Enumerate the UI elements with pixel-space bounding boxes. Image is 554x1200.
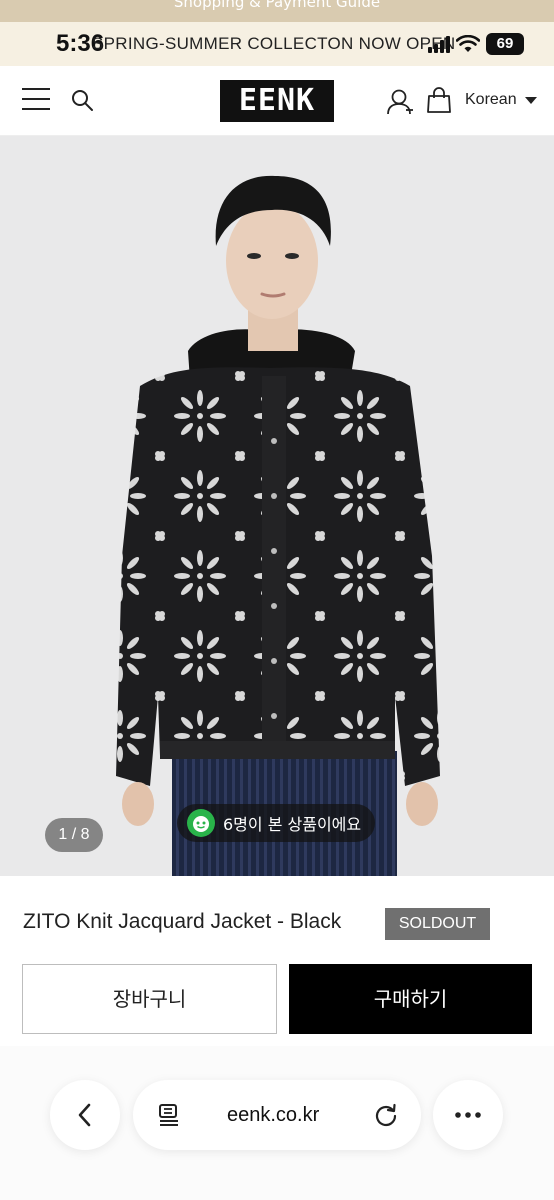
language-label: Korean (465, 91, 517, 108)
promo-banner-text[interactable]: SPRING-SUMMER COLLECTON NOW OPEN (92, 34, 456, 54)
action-bar: 장바구니 구매하기 (0, 946, 554, 1046)
back-button[interactable] (50, 1080, 120, 1150)
site-header: EENK Korean (0, 66, 554, 136)
viewers-badge: 6명이 본 상품이에요 (177, 804, 376, 842)
add-to-cart-button[interactable]: 장바구니 (22, 964, 277, 1034)
reload-icon[interactable] (373, 1102, 399, 1128)
image-counter: 1 / 8 (45, 818, 103, 852)
chevron-down-icon (524, 96, 537, 104)
signal-icon (428, 35, 450, 53)
shopping-guide-label[interactable]: Shopping & Payment Guide (174, 0, 380, 11)
viewers-text: 6명이 본 상품이에요 (223, 815, 362, 834)
product-info: ZITO Knit Jacquard Jacket - Black SOLDOU… (0, 876, 554, 946)
url-text[interactable]: eenk.co.kr (227, 1104, 319, 1127)
chevron-left-icon (78, 1103, 91, 1127)
search-icon[interactable] (70, 88, 94, 112)
model-photo (116, 175, 440, 876)
battery-icon: 69 (486, 33, 524, 55)
status-badge: SOLDOUT (385, 908, 490, 940)
user-icon[interactable] (386, 88, 414, 116)
reader-mode-icon[interactable] (157, 1103, 181, 1127)
browser-toolbar: eenk.co.kr (0, 1046, 554, 1200)
ellipsis-icon (455, 1112, 481, 1118)
product-title: ZITO Knit Jacquard Jacket - Black (23, 910, 342, 933)
eenk-logo[interactable]: EENK (220, 80, 334, 122)
menu-icon[interactable] (22, 88, 50, 112)
status-icons: 69 (428, 33, 524, 55)
product-image[interactable] (0, 136, 554, 876)
shopping-bag-icon[interactable] (426, 86, 452, 114)
language-select[interactable]: Korean (465, 91, 537, 109)
wifi-icon (456, 35, 480, 52)
buy-now-button[interactable]: 구매하기 (289, 964, 532, 1034)
shopping-guide-strip[interactable]: Shopping & Payment Guide (0, 0, 554, 22)
viewer-face-icon (187, 809, 215, 837)
more-options-button[interactable] (433, 1080, 503, 1150)
status-bar: 5:36 SPRING-SUMMER COLLECTON NOW OPEN 69 (0, 22, 554, 66)
address-bar[interactable]: eenk.co.kr (133, 1080, 421, 1150)
